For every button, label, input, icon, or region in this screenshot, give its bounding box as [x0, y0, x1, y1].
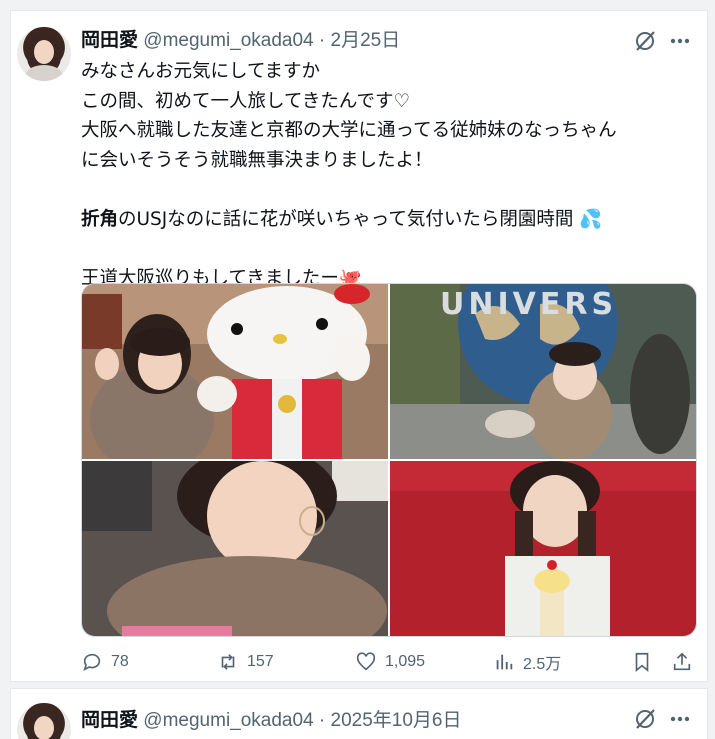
views-count: 2.5万: [523, 656, 562, 673]
grok-icon[interactable]: [633, 707, 657, 731]
separator: ·: [318, 30, 326, 51]
share-button[interactable]: [671, 649, 693, 675]
grok-icon[interactable]: [633, 29, 657, 53]
repost-count: 157: [247, 653, 274, 670]
bookmark-icon: [635, 652, 649, 673]
separator: ·: [318, 710, 326, 731]
views-button[interactable]: 2.5万: [493, 649, 561, 675]
display-name[interactable]: 岡田愛: [81, 30, 138, 51]
avatar[interactable]: [17, 703, 71, 739]
avatar[interactable]: [17, 27, 71, 81]
tweet-header: 岡田愛 @megumi_okada04 · 2025年10月6日: [81, 705, 462, 732]
more-icon[interactable]: [667, 29, 693, 53]
tweet-line: 大阪へ就職した友達と京都の大学に通ってる従姉妹のなっちゃん: [81, 120, 617, 141]
reply-icon: [83, 653, 101, 671]
photo-hello-kitty[interactable]: [82, 284, 388, 459]
tweet-line: この間、初めて一人旅してきたんです♡: [81, 90, 411, 112]
repost-icon: [221, 654, 235, 670]
svg-text:UNIVERS: UNIVERS: [440, 287, 617, 322]
share-icon: [673, 652, 691, 671]
tweet-date[interactable]: 2025年10月6日: [331, 710, 462, 731]
display-name[interactable]: 岡田愛: [81, 710, 138, 731]
media-grid: UNIVERS: [81, 283, 697, 637]
tweet-line-text: のUSJなのに話に花が咲いちゃって気付いたら閉園時間: [118, 208, 574, 230]
sweat-drops-emoji: 💦: [579, 208, 603, 230]
views-icon: [496, 654, 513, 670]
reply-count: 78: [111, 653, 129, 670]
photo-red-booth[interactable]: [390, 461, 696, 636]
repost-button[interactable]: 157: [217, 649, 274, 675]
like-button[interactable]: 1,095: [355, 649, 425, 675]
tweet-line: に会いそうそう就職無事決まりましたよ！: [81, 149, 433, 171]
like-count: 1,095: [385, 653, 426, 670]
user-handle[interactable]: @megumi_okada04: [143, 30, 313, 51]
tweet-text: みなさんお元気にしてますか この間、初めて一人旅してきたんです♡ 大阪へ就職した…: [81, 57, 691, 293]
tweet-card[interactable]: 岡田愛 @megumi_okada04 · 2025年10月6日: [10, 688, 708, 739]
photo-universal-globe[interactable]: UNIVERS: [390, 284, 696, 459]
tweet-actions: 78 157 1,095 2.5万: [81, 649, 699, 675]
photo-close-up[interactable]: [82, 461, 388, 636]
user-handle[interactable]: @megumi_okada04: [143, 710, 313, 731]
tweet-card[interactable]: 岡田愛 @megumi_okada04 · 2月25日 みなさんお元気にしてます…: [10, 10, 708, 682]
tweet-line: 折角のUSJなのに話に花が咲いちゃって気付いたら閉園時間 💦: [81, 205, 691, 235]
reply-button[interactable]: 78: [81, 649, 129, 675]
heart-icon: [356, 652, 376, 671]
tweet-date[interactable]: 2月25日: [331, 30, 401, 51]
tweet-line: みなさんお元気にしてますか: [81, 61, 321, 82]
tweet-header: 岡田愛 @megumi_okada04 · 2月25日: [81, 25, 400, 52]
more-icon[interactable]: [667, 707, 693, 731]
bold-text: 折角: [81, 208, 119, 230]
bookmark-button[interactable]: [631, 649, 653, 675]
